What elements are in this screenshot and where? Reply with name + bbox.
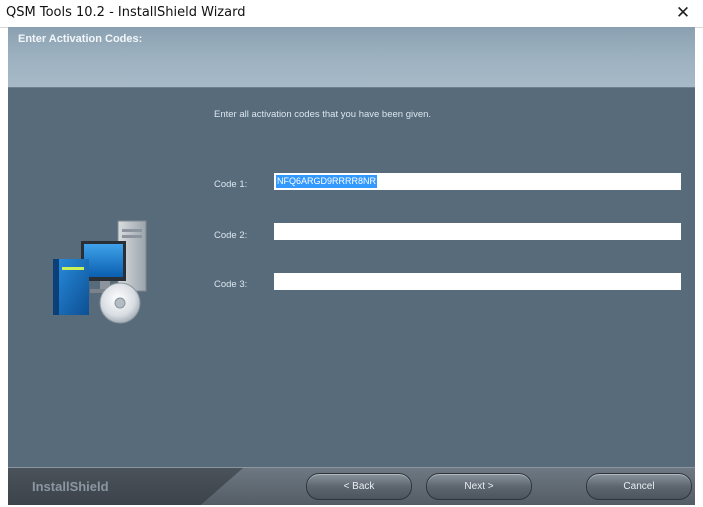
title-bar: QSM Tools 10.2 - InstallShield Wizard ✕ [0, 0, 703, 28]
code-1-label: Code 1: [214, 179, 248, 190]
footer-brand-area: InstallShield [8, 468, 243, 505]
next-button[interactable]: Next > [426, 473, 532, 500]
wizard-header: Enter Activation Codes: [8, 27, 695, 88]
code-1-input[interactable]: NFQ6ARGD9RRRR8NR [274, 173, 681, 190]
close-icon[interactable]: ✕ [663, 0, 703, 27]
window-title: QSM Tools 10.2 - InstallShield Wizard [6, 5, 246, 20]
code-3-label: Code 3: [214, 279, 248, 290]
instruction-text: Enter all activation codes that you have… [214, 109, 432, 120]
page-heading: Enter Activation Codes: [18, 33, 143, 45]
wizard-panel: Enter Activation Codes: Enter all activa… [8, 27, 695, 505]
computer-and-disc-icon [53, 220, 147, 324]
code-3-input[interactable] [274, 273, 681, 290]
code-2-input[interactable] [274, 223, 681, 240]
wizard-footer: InstallShield < Back Next > Cancel [8, 467, 695, 505]
code-1-value: NFQ6ARGD9RRRR8NR [276, 175, 378, 188]
code-2-label: Code 2: [214, 230, 248, 241]
installshield-logo: InstallShield [32, 479, 109, 494]
cancel-button[interactable]: Cancel [586, 473, 692, 500]
back-button[interactable]: < Back [306, 473, 412, 500]
